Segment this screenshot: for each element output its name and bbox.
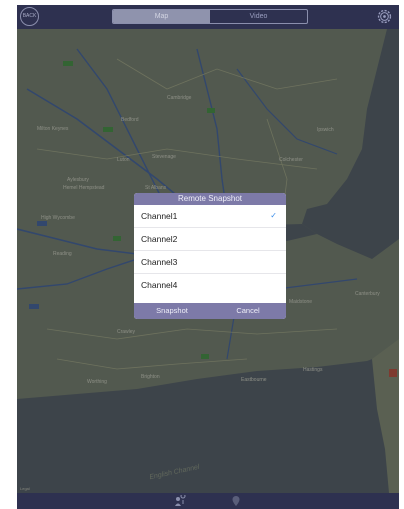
channel-label: Channel4 [141,280,178,290]
remote-snapshot-dialog: Remote Snapshot Channel1 ✓ Channel2 Chan… [134,193,286,319]
channel-option[interactable]: Channel3 [134,251,286,274]
location-icon[interactable] [230,495,242,507]
channel-label: Channel1 [141,211,178,221]
bottom-bar [17,493,399,509]
top-bar: BACK Map Video [17,5,399,29]
dialog-button-bar: Snapshot Cancel [134,303,286,319]
back-button[interactable]: BACK [20,7,39,26]
snapshot-button[interactable]: Snapshot [134,303,210,319]
channel-option[interactable]: Channel2 [134,228,286,251]
app-frame: BACK Map Video Cambridge Milton Keynes B… [17,5,399,509]
channel-option[interactable]: Channel1 ✓ [134,205,286,228]
gear-icon[interactable] [376,8,393,25]
checkmark-icon: ✓ [270,211,277,220]
tab-map[interactable]: Map [113,10,210,23]
channel-label: Channel2 [141,234,178,244]
cancel-button[interactable]: Cancel [210,303,286,319]
person-pin-icon[interactable] [174,495,186,507]
tab-video[interactable]: Video [210,10,307,23]
channel-option[interactable]: Channel4 [134,274,286,296]
dialog-title: Remote Snapshot [134,193,286,205]
view-segmented-control: Map Video [112,9,308,24]
channel-label: Channel3 [141,257,178,267]
